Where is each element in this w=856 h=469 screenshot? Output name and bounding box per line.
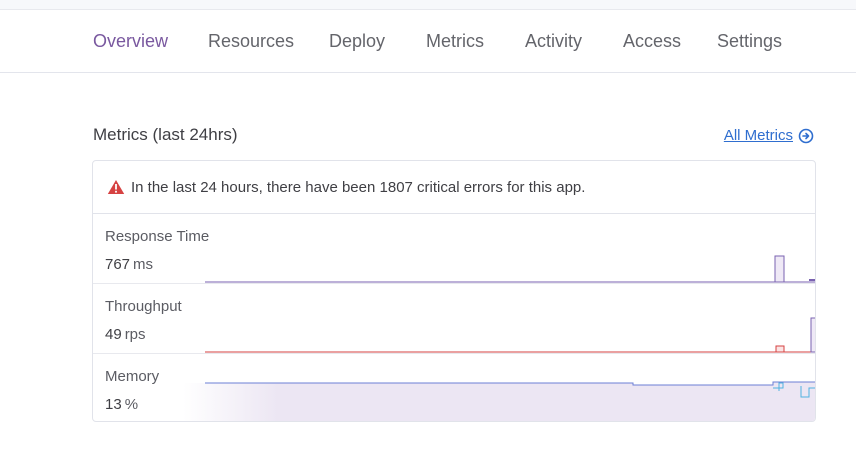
tab-metrics[interactable]: Metrics (426, 31, 484, 52)
tab-overview[interactable]: Overview (93, 31, 168, 52)
tab-activity[interactable]: Activity (525, 31, 582, 52)
response-time-sparkline (205, 255, 815, 283)
alert-text: In the last 24 hours, there have been 18… (131, 178, 586, 196)
metrics-section-title: Metrics (last 24hrs) (93, 125, 238, 144)
metric-value: 49 rps (105, 326, 146, 343)
throughput-sparkline (205, 317, 815, 353)
all-metrics-label: All Metrics (723, 127, 793, 144)
arrow-circle-right-icon (798, 128, 814, 143)
metric-label: Throughput (105, 298, 182, 315)
app-nav: Overview Resources Deploy Metrics Activi… (0, 11, 856, 73)
metric-row-memory[interactable]: Memory 13% (93, 354, 815, 421)
all-metrics-link[interactable]: All Metrics (724, 127, 814, 144)
memory-sparkline (183, 381, 815, 421)
critical-errors-alert: In the last 24 hours, there have been 18… (93, 161, 815, 214)
top-strip (0, 0, 856, 10)
metric-value: 767 ms (105, 256, 154, 273)
metric-value: 13% (105, 396, 139, 413)
metrics-card: In the last 24 hours, there have been 18… (92, 160, 816, 422)
tab-settings[interactable]: Settings (717, 31, 782, 52)
tab-deploy[interactable]: Deploy (329, 31, 385, 52)
tab-resources[interactable]: Resources (208, 31, 294, 52)
metric-row-throughput[interactable]: Throughput 49 rps (93, 284, 815, 354)
metric-label: Memory (105, 368, 160, 385)
warning-triangle-icon (107, 180, 125, 194)
tab-access[interactable]: Access (623, 31, 681, 52)
metric-label: Response Time (105, 228, 210, 245)
metric-row-response-time[interactable]: Response Time 767 ms (93, 214, 815, 284)
